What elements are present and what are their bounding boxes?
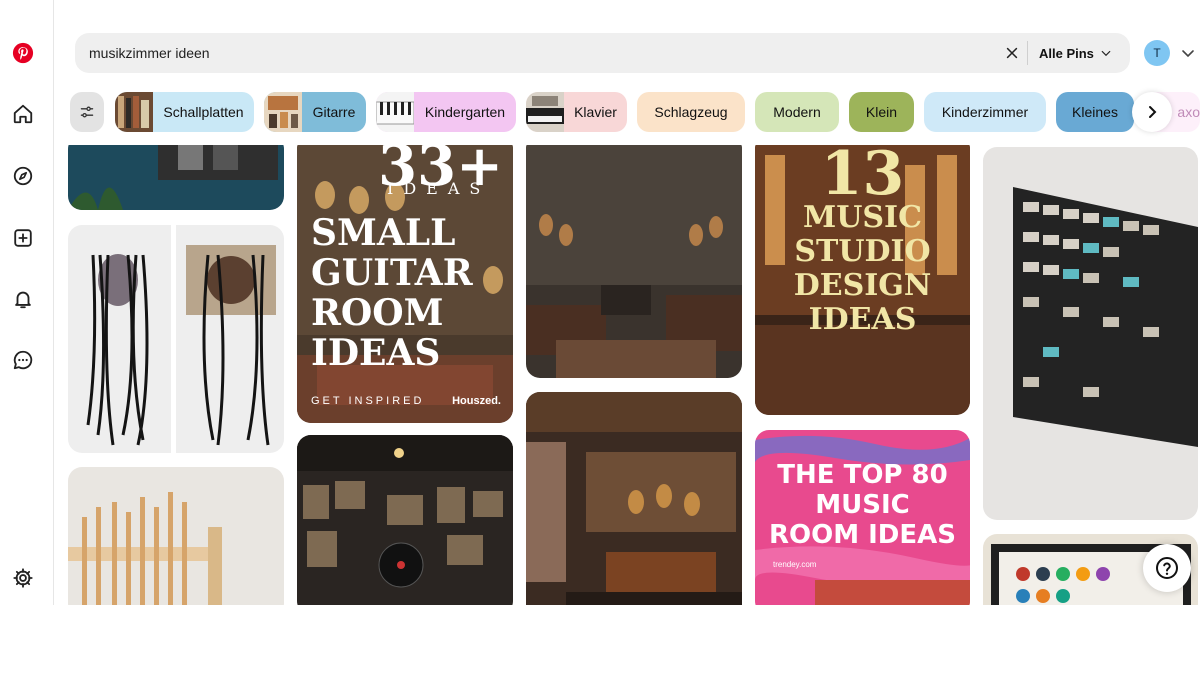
pin-brand: Houszed. [452, 395, 501, 407]
pin-card[interactable] [297, 435, 513, 605]
pin-title: SMALL GUITAR ROOM IDEAS [297, 213, 513, 373]
chip-gitarre[interactable]: Gitarre [264, 92, 366, 132]
chip-kindergarten[interactable]: Kindergarten [376, 92, 516, 132]
pin-title-line: ROOM IDEAS [768, 520, 956, 550]
chevron-down-icon[interactable] [1180, 45, 1196, 61]
chevron-right-icon[interactable] [1132, 92, 1172, 132]
pin-type-label: Alle Pins [1039, 45, 1094, 61]
pin-brand: trendey.com [773, 560, 817, 569]
avatar-initial: T [1153, 46, 1161, 60]
pin-card[interactable] [526, 392, 742, 605]
chip-label: Schlagzeug [654, 104, 728, 120]
chevron-down-icon [1101, 50, 1111, 57]
pin-title-line: SMALL [311, 212, 456, 254]
search-input[interactable] [89, 43, 989, 63]
guided-search-chips: Schallplatten Gitarre Kindergarten Klavi… [70, 92, 1200, 132]
pin-type-dropdown[interactable]: Alle Pins [1039, 43, 1112, 63]
chip-label: Klein [865, 104, 898, 120]
chip-kleines[interactable]: Kleines [1056, 92, 1134, 132]
chip-schallplatten[interactable]: Schallplatten [115, 92, 254, 132]
search-divider [1027, 41, 1028, 65]
chip-label: Gitarre [312, 104, 356, 120]
chip-label: Klavier [574, 104, 617, 120]
search-bar: Alle Pins [75, 33, 1130, 73]
pin-ideas-label: IDEAS [387, 179, 491, 198]
pin-card[interactable]: 13 MUSIC STUDIO DESIGN IDEAS [755, 145, 970, 415]
pin-card[interactable] [68, 467, 284, 605]
chip-kinderzimmer[interactable]: Kinderzimmer [924, 92, 1046, 132]
chip-klein[interactable]: Klein [849, 92, 914, 132]
chip-label: Schallplatten [163, 104, 244, 120]
pin-title-line: THE TOP 80 [777, 460, 948, 490]
pin-title-line: ROOM [311, 292, 444, 334]
pin-card[interactable] [526, 145, 742, 378]
chip-thumbnail [376, 92, 414, 132]
pin-image [68, 225, 284, 453]
pin-title-line: MUSIC [803, 200, 922, 235]
pin-card[interactable]: 33+ IDEAS SMALL GUITAR ROOM IDEAS GET IN… [297, 145, 513, 423]
pin-title: THE TOP 80 MUSIC ROOM IDEAS [755, 460, 970, 550]
help-icon[interactable] [1143, 544, 1191, 592]
pin-title-line: GUITAR [311, 252, 473, 294]
pin-image [297, 435, 513, 605]
close-icon[interactable] [1002, 43, 1022, 63]
chip-thumbnail [115, 92, 153, 132]
pin-title-line: IDEAS [808, 302, 917, 337]
pin-card[interactable] [68, 145, 284, 210]
pin-card[interactable] [983, 147, 1198, 520]
pin-image [983, 147, 1198, 520]
pinterest-logo[interactable] [9, 39, 37, 67]
chip-thumbnail [526, 92, 564, 132]
chip-schlagzeug[interactable]: Schlagzeug [637, 92, 745, 132]
pin-card[interactable] [68, 225, 284, 453]
pin-image [526, 145, 742, 378]
chip-label: Kleines [1072, 104, 1118, 120]
chip-modern[interactable]: Modern [755, 92, 839, 132]
pin-grid: 33+ IDEAS SMALL GUITAR ROOM IDEAS GET IN… [0, 145, 1200, 605]
home-icon[interactable] [9, 100, 37, 128]
chip-label: Kinderzimmer [941, 104, 1029, 120]
chip-thumbnail [264, 92, 302, 132]
filter-icon[interactable] [70, 92, 104, 132]
pin-title-line: IDEAS [311, 332, 441, 374]
pin-image [526, 392, 742, 605]
pin-title-line: DESIGN [793, 268, 932, 303]
pin-image [68, 145, 284, 210]
chip-klavier[interactable]: Klavier [526, 92, 627, 132]
chip-label: Modern [773, 104, 821, 120]
avatar[interactable]: T [1144, 40, 1170, 66]
pin-card[interactable]: THE TOP 80 MUSIC ROOM IDEAS trendey.com [755, 430, 970, 605]
pin-title-line: MUSIC [815, 490, 910, 520]
pin-title-line: STUDIO [794, 234, 931, 269]
pin-title: MUSIC STUDIO DESIGN IDEAS [755, 201, 970, 337]
pin-image [68, 467, 284, 605]
chip-label: Kindergarten [424, 104, 506, 120]
